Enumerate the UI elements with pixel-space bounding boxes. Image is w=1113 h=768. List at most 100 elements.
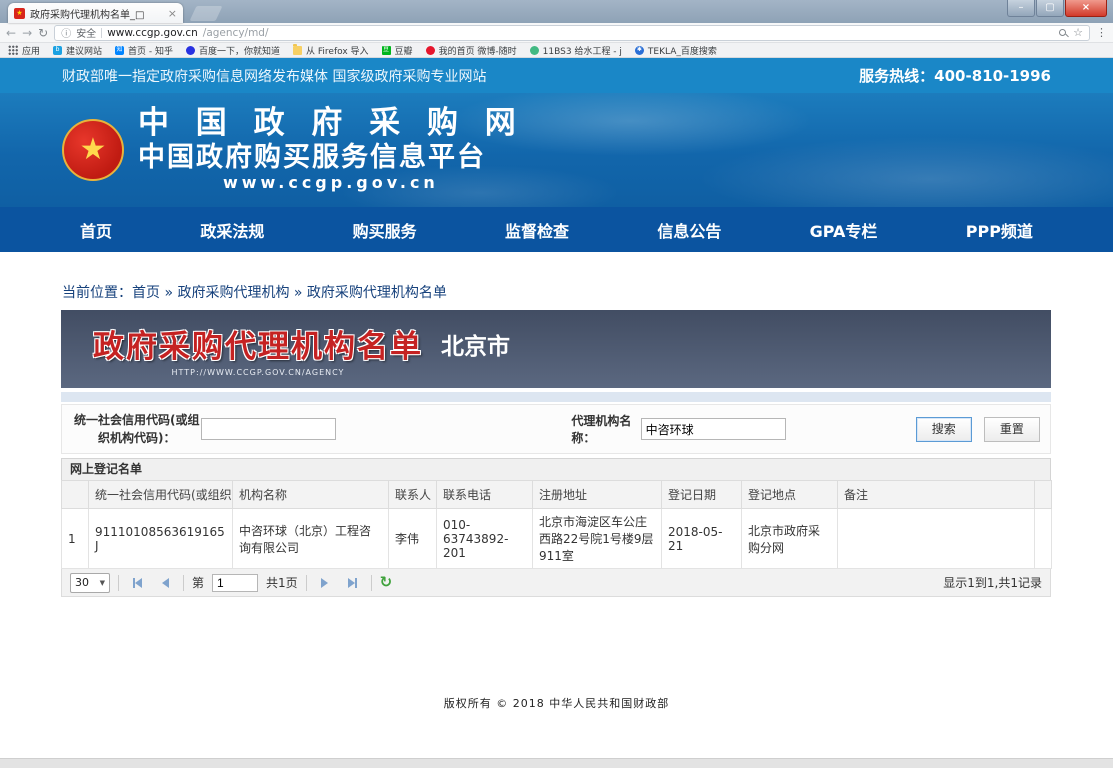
zhihu-icon: 知 (115, 46, 124, 55)
nav-item-regulations[interactable]: 政采法规 (190, 218, 274, 242)
main-navigation: 首页 政采法规 购买服务 监督检查 信息公告 GPA专栏 PPP频道 (0, 207, 1113, 252)
page-content: 政府采购代理机构名单 HTTP://WWW.CCGP.GOV.CN/AGENCY… (61, 310, 1051, 597)
site-slogan: 财政部唯一指定政府采购信息网络发布媒体 国家级政府采购专业网站 (62, 66, 486, 86)
col-spacer (1035, 481, 1052, 509)
table-row: 1 91110108563619165J 中咨环球（北京）工程咨询有限公司 李伟… (62, 509, 1052, 569)
site-favicon-icon: ★ (14, 8, 25, 19)
bookmark-label: 百度一下，你就知道 (199, 44, 280, 57)
cell-phone: 010-63743892-201 (437, 509, 533, 569)
nav-item-supervision[interactable]: 监督检查 (495, 218, 579, 242)
bookmark-label: TEKLA_百度搜索 (648, 44, 717, 57)
browser-tab-bar: ★ 政府采购代理机构名单_□ × – ▢ × (0, 0, 1113, 23)
banner-url: HTTP://WWW.CCGP.GOV.CN/AGENCY (172, 368, 345, 377)
pager-divider (183, 575, 184, 591)
bing-icon: b (53, 46, 62, 55)
previous-page-button[interactable] (155, 574, 175, 592)
pagination-bar: 30 ▼ 第 共1页 ↻ 显示1到1,共1记录 (61, 569, 1051, 597)
search-button[interactable]: 搜索 (916, 417, 972, 442)
agency-name-input[interactable] (641, 418, 786, 440)
credit-code-input[interactable] (201, 418, 336, 440)
col-address: 注册地址 (533, 481, 662, 509)
douban-icon: 豆 (382, 46, 391, 55)
agency-list-banner: 政府采购代理机构名单 HTTP://WWW.CCGP.GOV.CN/AGENCY… (61, 310, 1051, 388)
url-omnibox[interactable]: ⓘ 安全 www.ccgp.gov.cn /agency/md/ ☆ (54, 25, 1090, 41)
window-minimize-button[interactable]: – (1007, 0, 1035, 17)
baidu-icon (186, 46, 195, 55)
pager-divider (371, 575, 372, 591)
apps-shortcut[interactable]: 应用 (8, 44, 40, 57)
url-path: /agency/md/ (203, 27, 269, 39)
pager-divider (306, 575, 307, 591)
site-title: 中 国 政 府 采 购 网 (138, 106, 524, 142)
weibo-icon (426, 46, 435, 55)
bookmark-item[interactable]: 知 首页 - 知乎 (115, 44, 173, 57)
site-logo[interactable]: 中 国 政 府 采 购 网 中国政府购买服务信息平台 www.ccgp.gov.… (138, 106, 524, 193)
table-section-title: 网上登记名单 (61, 458, 1051, 480)
page-number-input[interactable] (212, 574, 258, 592)
security-label: 安全 (76, 25, 96, 40)
bookmark-star-icon[interactable]: ☆ (1073, 26, 1083, 39)
pager-divider (118, 575, 119, 591)
nav-item-gpa[interactable]: GPA专栏 (800, 218, 888, 242)
window-maximize-button[interactable]: ▢ (1036, 0, 1064, 17)
forward-icon[interactable]: → (22, 27, 32, 39)
cell-reg-date: 2018-05-21 (662, 509, 742, 569)
service-hotline: 服务热线：400-810-1996 (859, 65, 1051, 86)
omnibox-divider (101, 28, 102, 38)
bookmark-label: 11BS3 给水工程 - j (543, 44, 622, 57)
bookmark-item[interactable]: 11BS3 给水工程 - j (530, 44, 622, 57)
bookmark-item[interactable]: b 建议网站 (53, 44, 102, 57)
new-tab-button[interactable] (190, 6, 223, 21)
bookmark-item[interactable]: 豆 豆瓣 (382, 44, 413, 57)
browser-tab[interactable]: ★ 政府采购代理机构名单_□ × (8, 3, 183, 23)
bookmark-item[interactable]: 百度一下，你就知道 (186, 44, 280, 57)
search-panel: 统一社会信用代码(或组织机构代码)： 代理机构名称： 搜索 重置 (61, 404, 1051, 454)
cell-reg-place: 北京市政府采购分网 (742, 509, 838, 569)
chrome-menu-icon[interactable]: ⋮ (1096, 26, 1107, 39)
nav-item-ppp[interactable]: PPP频道 (956, 218, 1043, 242)
bookmark-item[interactable]: 我的首页 微博-随时 (426, 44, 517, 57)
bookmark-item[interactable]: 从 Firefox 导入 (293, 44, 369, 57)
window-bottom-edge (0, 758, 1113, 768)
reload-icon[interactable]: ↻ (38, 27, 48, 39)
cell-spacer (1035, 509, 1052, 569)
bookmark-label: 从 Firefox 导入 (306, 44, 369, 57)
table-header-row: 统一社会信用代码(或组织 机构名称 联系人 联系电话 注册地址 登记日期 登记地… (62, 481, 1052, 509)
zoom-icon[interactable] (1059, 29, 1066, 36)
tekla-icon: ✱ (635, 46, 644, 55)
info-icon[interactable]: ⓘ (61, 25, 71, 40)
first-page-button[interactable] (127, 574, 147, 592)
site-utility-bar: 财政部唯一指定政府采购信息网络发布媒体 国家级政府采购专业网站 服务热线：400… (0, 58, 1113, 93)
refresh-icon[interactable]: ↻ (380, 575, 393, 590)
site-masthead: ★ 中 国 政 府 采 购 网 中国政府购买服务信息平台 www.ccgp.go… (0, 93, 1113, 207)
page-size-select[interactable]: 30 ▼ (70, 573, 110, 593)
cell-note (838, 509, 1035, 569)
bookmark-label: 首页 - 知乎 (128, 44, 173, 57)
col-reg-place: 登记地点 (742, 481, 838, 509)
nav-item-home[interactable]: 首页 (70, 218, 122, 242)
last-page-button[interactable] (343, 574, 363, 592)
bookmark-label: 豆瓣 (395, 44, 413, 57)
breadcrumb[interactable]: 当前位置：首页 » 政府采购代理机构 » 政府采购代理机构名单 (62, 282, 1113, 302)
cell-address: 北京市海淀区车公庄西路22号院1号楼9层911室 (533, 509, 662, 569)
back-icon[interactable]: ← (6, 27, 16, 39)
page-prefix-label: 第 (192, 574, 204, 591)
apps-grid-icon (8, 45, 18, 55)
cell-agency-name-link[interactable]: 中咨环球（北京）工程咨询有限公司 (233, 509, 389, 569)
reset-button[interactable]: 重置 (984, 417, 1040, 442)
next-page-button[interactable] (315, 574, 335, 592)
agency-table: 统一社会信用代码(或组织 机构名称 联系人 联系电话 注册地址 登记日期 登记地… (61, 480, 1052, 569)
national-emblem-logo: ★ (62, 119, 124, 181)
col-credit-code: 统一社会信用代码(或组织 (89, 481, 233, 509)
bookmark-item[interactable]: ✱ TEKLA_百度搜索 (635, 44, 717, 57)
col-index (62, 481, 89, 509)
nav-item-announcements[interactable]: 信息公告 (647, 218, 731, 242)
nav-item-purchase-services[interactable]: 购买服务 (343, 218, 427, 242)
agency-name-label: 代理机构名称： (571, 412, 634, 446)
chevron-down-icon: ▼ (100, 579, 105, 587)
tab-close-icon[interactable]: × (168, 7, 177, 20)
page-total-label: 共1页 (266, 574, 298, 591)
window-close-button[interactable]: × (1065, 0, 1107, 17)
col-phone: 联系电话 (437, 481, 533, 509)
record-summary: 显示1到1,共1记录 (943, 574, 1042, 591)
